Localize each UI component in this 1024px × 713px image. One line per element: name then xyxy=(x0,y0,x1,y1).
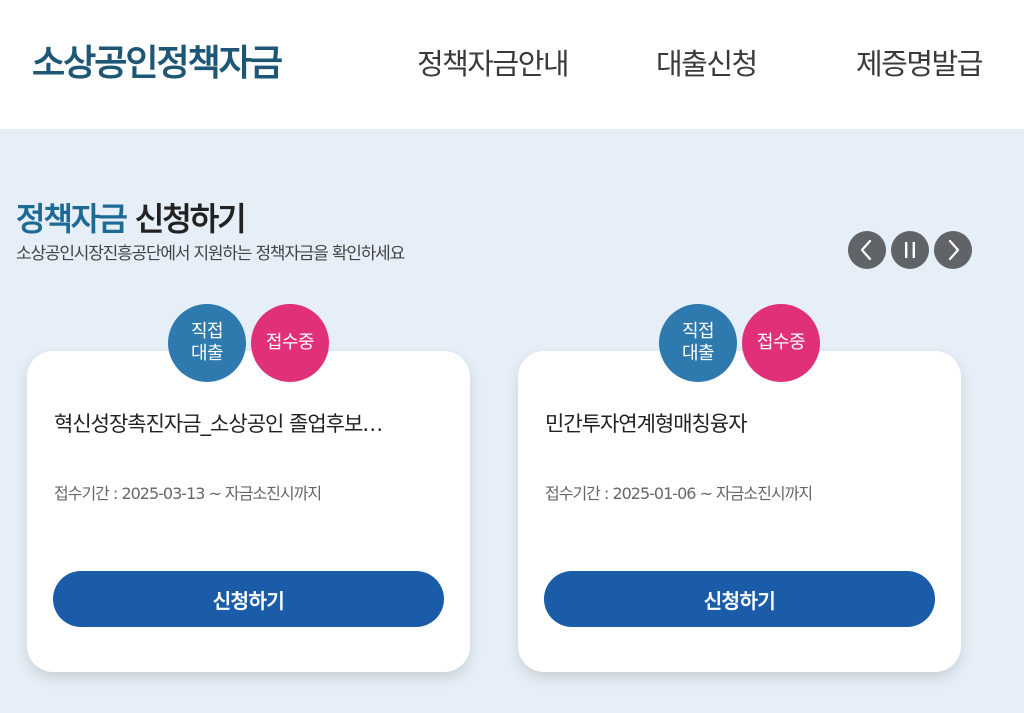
section-title: 정책자금 신청하기 xyxy=(16,198,247,240)
application-period: 접수기간 : 2025-03-13 ~ 자금소진시까지 xyxy=(54,484,322,503)
loan-type-line2: 대출 xyxy=(681,343,715,364)
section-title-accent: 정책자금 xyxy=(16,200,128,238)
site-header: 소상공인정책자금 정책자금안내 대출신청 제증명발급 xyxy=(0,0,1024,129)
nav-loan-application[interactable]: 대출신청 xyxy=(656,44,758,84)
loan-type-badge: 직접 대출 xyxy=(659,304,737,382)
fund-title[interactable]: 혁신성장촉진자금_소상공인 졸업후보… xyxy=(54,409,446,439)
nav-certificate-issuance[interactable]: 제증명발급 xyxy=(856,44,983,84)
apply-button[interactable]: 신청하기 xyxy=(544,571,935,627)
apply-button[interactable]: 신청하기 xyxy=(53,571,444,627)
chevron-right-icon xyxy=(948,239,960,261)
carousel-pause-button[interactable] xyxy=(891,231,929,269)
carousel-prev-button[interactable] xyxy=(848,231,886,269)
status-badge: 접수중 xyxy=(742,304,820,382)
application-period: 접수기간 : 2025-01-06 ~ 자금소진시까지 xyxy=(545,484,813,503)
carousel-next-button[interactable] xyxy=(934,231,972,269)
loan-type-line1: 직접 xyxy=(190,321,224,342)
site-logo[interactable]: 소상공인정책자금 xyxy=(32,40,283,88)
pause-icon xyxy=(905,242,915,258)
section-title-rest: 신청하기 xyxy=(134,200,247,238)
section-subtitle: 소상공인시장진흥공단에서 지원하는 정책자금을 확인하세요 xyxy=(16,244,405,264)
status-badge: 접수중 xyxy=(251,304,329,382)
chevron-left-icon xyxy=(860,239,872,261)
fund-card: 직접 대출 접수중 혁신성장촉진자금_소상공인 졸업후보… 접수기간 : 202… xyxy=(27,304,470,672)
fund-title[interactable]: 민간투자연계형매칭융자 xyxy=(545,409,937,439)
loan-type-badge: 직접 대출 xyxy=(168,304,246,382)
nav-policy-fund-info[interactable]: 정책자금안내 xyxy=(417,44,570,84)
fund-card: 직접 대출 접수중 민간투자연계형매칭융자 접수기간 : 2025-01-06 … xyxy=(518,304,961,672)
loan-type-line1: 직접 xyxy=(681,321,715,342)
loan-type-line2: 대출 xyxy=(190,343,224,364)
